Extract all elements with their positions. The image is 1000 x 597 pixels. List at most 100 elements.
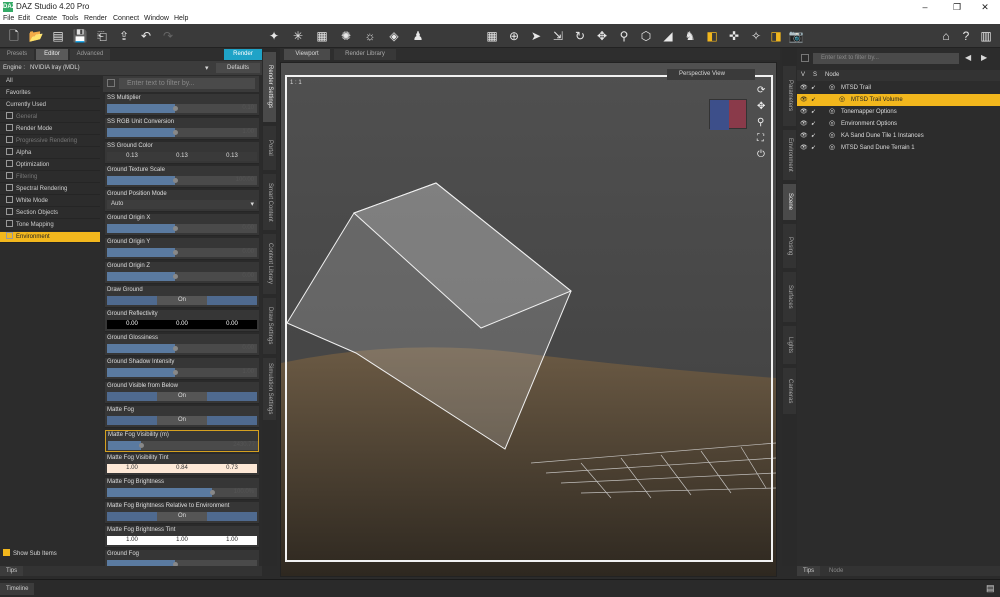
property-control[interactable]: On [107,512,257,521]
side-tab[interactable]: Lights [783,326,796,364]
toggle-value[interactable]: On [157,392,207,401]
open-icon[interactable]: 📂 [28,28,44,44]
scene-node[interactable]: 👁 ➹ ◎ Environment Options [797,118,1000,130]
property-control[interactable]: On [107,416,257,425]
menu-window[interactable]: Window [144,15,169,22]
tab-viewport[interactable]: Viewport [284,49,330,60]
figure-tool-icon[interactable]: ♞ [682,28,698,44]
side-tab[interactable]: Simulation Settings [263,358,276,420]
eye-icon[interactable]: 👁 [800,82,808,94]
nav-item[interactable]: Favorites [0,88,100,99]
property-control[interactable]: 0.00 0.00 0.00 [107,320,257,329]
toggle-value[interactable]: On [157,296,207,305]
side-tab[interactable]: Surfaces [783,272,796,322]
maximize-icon[interactable]: ❐ [942,0,972,14]
tab-tips-left[interactable]: Tips [0,566,24,576]
nav-item[interactable]: Section Objects [0,208,100,219]
redo-icon[interactable]: ↷ [160,28,176,44]
filter-input[interactable]: Enter text to filter by... [119,78,255,89]
tab-advanced[interactable]: Advanced [70,49,110,60]
property-control[interactable]: On [107,392,257,401]
zoom-icon[interactable]: ⚲ [757,117,764,128]
property-row[interactable]: Matte Fog Visibility Tint 1.00 0.84 0.73 [105,454,259,476]
render-camera-icon[interactable]: 📷 [788,28,804,44]
color-channel-value[interactable]: 0.73 [207,464,257,473]
property-control[interactable]: 1.00 [107,128,257,137]
forward-arrow-icon[interactable]: ▶ [981,53,987,62]
scene-filter-input[interactable]: Enter text to filter by... [813,53,959,64]
side-tab[interactable]: Draw Settings [263,298,276,354]
menu-create[interactable]: Create [36,15,57,22]
property-row[interactable]: SS Multiplier 0.10 [105,94,259,116]
property-control[interactable]: 0.00 [107,224,257,233]
menu-edit[interactable]: Edit [18,15,30,22]
surface-selection-icon[interactable]: ◢ [660,28,676,44]
slider-knob[interactable] [172,274,178,279]
slider-knob[interactable] [172,370,178,375]
property-control[interactable]: 0.00 [107,344,257,353]
camera-select[interactable]: Perspective View [667,69,755,80]
property-control[interactable]: 100.0% [107,488,257,497]
figure-icon[interactable]: ♟ [410,28,426,44]
menu-tools[interactable]: Tools [62,15,78,22]
select-value[interactable]: Auto [111,200,123,209]
nav-item[interactable]: Spectral Rendering [0,184,100,195]
property-control[interactable]: Auto ▾ [107,200,257,209]
slider-knob[interactable] [172,178,178,183]
tab-editor[interactable]: Editor [36,49,68,60]
menu-render[interactable]: Render [84,15,107,22]
property-row[interactable]: Ground Fog [105,550,259,566]
render-button[interactable]: Render [224,49,262,60]
color-channel-value[interactable]: 0.00 [157,320,207,329]
scene-node[interactable]: 👁 ➹ ◎ MTSD Trail Volume [797,94,1000,106]
side-tab[interactable]: Render Settings [263,52,276,122]
color-channel-value[interactable]: 1.00 [107,536,157,545]
menu-help[interactable]: Help [174,15,188,22]
property-row[interactable]: Ground Position Mode Auto ▾ [105,190,259,212]
point-light-icon[interactable]: ✺ [338,28,354,44]
filter-menu-icon[interactable] [107,79,115,87]
distant-light-icon[interactable]: ✳ [290,28,306,44]
tab-node[interactable]: Node [823,566,850,576]
nav-item[interactable]: Currently Used [0,100,100,111]
node-select-icon[interactable]: ➤ [528,28,544,44]
camera-add-icon[interactable]: ▦ [314,28,330,44]
property-row[interactable]: Matte Fog Brightness Tint 1.00 1.00 1.00 [105,526,259,548]
property-row[interactable]: Matte Fog Visibility (m) 2430.77 [105,430,259,452]
geometry-editor-icon[interactable]: ⬡ [638,28,654,44]
engine-select[interactable]: NVIDIA Iray (MDL) [30,65,80,71]
property-control[interactable]: 100.00 [107,176,257,185]
rotate-tool-icon[interactable]: ↻ [572,28,588,44]
undo-icon[interactable]: ↶ [138,28,154,44]
grid-icon[interactable]: ▦ [484,28,500,44]
defaults-button[interactable]: Defaults [216,63,260,73]
folder-icon[interactable]: ▤ [50,28,66,44]
nav-item[interactable]: Filtering [0,172,100,183]
color-channel-value[interactable]: 1.00 [207,536,257,545]
property-row[interactable]: Ground Visible from Below On [105,382,259,404]
color-channel-value[interactable]: 0.00 [207,320,257,329]
nav-item[interactable]: Environment [0,232,100,243]
property-control[interactable]: 1.00 [107,368,257,377]
nav-item[interactable]: All [0,76,100,87]
property-row[interactable]: Draw Ground On [105,286,259,308]
spotlight-icon[interactable]: ✦ [266,28,282,44]
region-nav-icon[interactable]: ◧ [704,28,720,44]
slider-knob[interactable] [172,130,178,135]
show-sub-items[interactable]: Show Sub Items [3,549,57,557]
scale-tool-icon[interactable]: ⇲ [550,28,566,44]
color-channel-value[interactable]: 0.84 [157,464,207,473]
merge-icon[interactable]: ⎗ [94,28,110,44]
view-cube[interactable] [709,99,747,130]
side-tab[interactable]: Parameters [783,66,796,126]
toggle-value[interactable]: On [157,416,207,425]
menu-file[interactable]: File [3,15,14,22]
tab-tips-right[interactable]: Tips [797,566,821,576]
select-arrow-icon[interactable]: ➹ [811,82,816,94]
nav-item[interactable]: White Mode [0,196,100,207]
help-icon[interactable]: ? [958,28,974,44]
select-arrow-icon[interactable]: ➹ [811,94,816,106]
save-icon[interactable]: 💾 [72,28,88,44]
select-arrow-icon[interactable]: ➹ [811,130,816,142]
property-row[interactable]: Ground Shadow Intensity 1.00 [105,358,259,380]
